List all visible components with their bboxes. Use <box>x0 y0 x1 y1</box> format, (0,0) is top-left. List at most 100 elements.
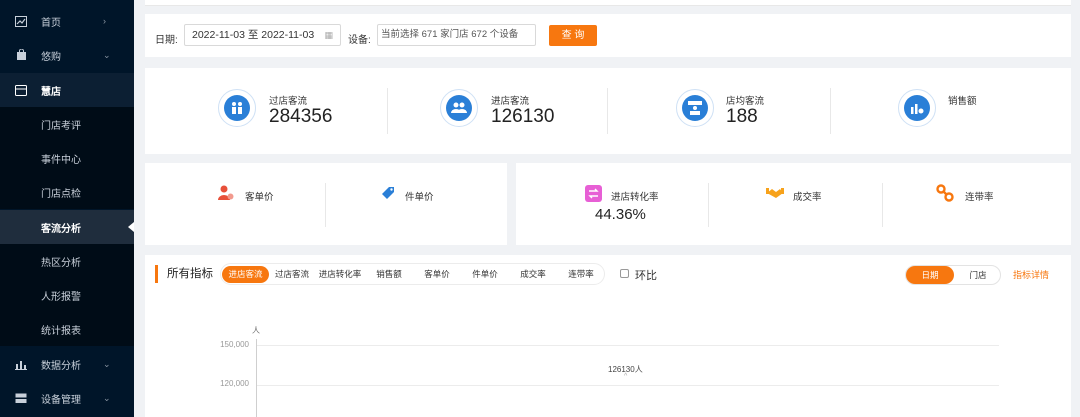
device-label: 设备: <box>348 35 371 46</box>
bar-top-marker: ^ <box>624 373 628 380</box>
traffic-stats-panel: 过店客流 284356 进店客流 126130 店均客流 188 销售额 <box>145 68 1071 154</box>
filter-bar: 日期: 2022-11-03 至 2022-11-03 ▦ 设备: 当前选择 6… <box>145 14 1071 57</box>
chevron-right-icon: › <box>103 16 106 26</box>
device-selection-value: 当前选择 671 家门店 672 个设备 <box>381 29 519 40</box>
bar-chart-icon <box>15 358 27 370</box>
stat-label: 进店客流 <box>491 96 530 107</box>
date-range-value: 2022-11-03 至 2022-11-03 <box>192 29 315 41</box>
tab-item-price[interactable]: 件单价 <box>465 266 505 283</box>
price-tag-icon <box>379 184 397 202</box>
sidebar-item-label: 数据分析 <box>41 360 81 372</box>
stat-value: 126130 <box>491 106 555 127</box>
metric-label: 成交率 <box>793 192 822 203</box>
metric-label: 件单价 <box>405 192 434 203</box>
tab-store-entry-traffic[interactable]: 进店客流 <box>222 266 269 283</box>
sidebar-item-label: 设备管理 <box>41 394 81 406</box>
metric-label: 进店转化率 <box>611 192 659 203</box>
metric-tabs: 进店客流 过店客流 进店转化率 销售额 客单价 件单价 成交率 连带率 <box>220 263 605 285</box>
visitors-icon <box>440 89 478 127</box>
sidebar-item-store-inspection[interactable]: 门店点检 <box>0 175 134 209</box>
y-axis-unit: 人 <box>252 326 260 335</box>
active-indicator <box>128 222 134 232</box>
chevron-down-icon: ⌄ <box>103 392 111 403</box>
toggle-store[interactable]: 门店 <box>954 266 1002 284</box>
y-axis-line <box>256 339 257 417</box>
date-label: 日期: <box>155 35 178 46</box>
date-range-picker[interactable]: 2022-11-03 至 2022-11-03 ▦ <box>184 24 341 46</box>
stat-value: 188 <box>726 106 758 127</box>
query-button[interactable]: 查 询 <box>549 25 597 46</box>
stat-label: 店均客流 <box>726 96 765 107</box>
compare-label: 环比 <box>635 270 657 282</box>
sidebar-item-huidian[interactable]: 慧店 <box>0 73 134 107</box>
conversion-metrics-panel: 进店转化率 44.36% 成交率 连带率 <box>516 163 1071 245</box>
sidebar: 首页 › 悠购 ⌄ 慧店 门店考评 事件中心 门店点检 客流分析 热区分析 人形… <box>0 0 134 417</box>
metric-label: 连带率 <box>965 192 994 203</box>
bag-icon <box>15 49 27 61</box>
sidebar-item-label: 门店考评 <box>41 120 81 132</box>
divider <box>387 88 388 134</box>
customer-price-icon <box>217 184 235 202</box>
passers-icon <box>218 89 256 127</box>
tab-attach-rate[interactable]: 连带率 <box>561 266 601 283</box>
price-metrics-panel: 客单价 件单价 <box>145 163 507 245</box>
sidebar-item-heatmap-analysis[interactable]: 热区分析 <box>0 244 134 278</box>
chevron-down-icon: ⌄ <box>103 358 111 369</box>
compare-checkbox[interactable] <box>620 269 629 278</box>
gridline <box>257 385 999 386</box>
gridline <box>257 345 999 346</box>
tab-conversion-rate[interactable]: 进店转化率 <box>315 266 365 283</box>
sidebar-item-label: 人形报警 <box>41 291 81 303</box>
sidebar-item-label: 慧店 <box>41 86 61 98</box>
y-tick-label: 120,000 <box>220 379 249 388</box>
metrics-chart-panel: 所有指标 进店客流 过店客流 进店转化率 销售额 客单价 件单价 成交率 连带率… <box>145 255 1071 417</box>
divider <box>708 183 709 227</box>
divider <box>325 183 326 227</box>
toggle-date[interactable]: 日期 <box>906 266 954 284</box>
stat-label: 销售额 <box>948 96 977 107</box>
sidebar-item-statistics-report[interactable]: 统计报表 <box>0 312 134 346</box>
sales-icon <box>898 89 936 127</box>
tab-passing-traffic[interactable]: 过店客流 <box>272 266 312 283</box>
sidebar-item-label: 客流分析 <box>41 223 81 235</box>
metric-value: 44.36% <box>595 206 646 223</box>
stat-label: 过店客流 <box>269 96 308 107</box>
link-icon <box>936 184 954 202</box>
calendar-icon: ▦ <box>324 30 333 40</box>
tab-deal-rate[interactable]: 成交率 <box>513 266 553 283</box>
store-icon <box>15 84 27 96</box>
metric-label: 客单价 <box>245 192 274 203</box>
device-icon <box>15 392 27 404</box>
sidebar-item-label: 事件中心 <box>41 154 81 166</box>
line-chart-icon <box>15 15 27 27</box>
sidebar-item-data-analysis[interactable]: 数据分析 ⌄ <box>0 347 134 381</box>
header-strip <box>145 0 1071 6</box>
sidebar-item-human-alarm[interactable]: 人形报警 <box>0 278 134 312</box>
divider <box>830 88 831 134</box>
sidebar-item-store-evaluation[interactable]: 门店考评 <box>0 107 134 141</box>
conversion-icon <box>584 184 602 202</box>
sidebar-item-label: 统计报表 <box>41 325 81 337</box>
dimension-toggle: 日期 门店 <box>905 265 1001 285</box>
sidebar-item-yougou[interactable]: 悠购 ⌄ <box>0 38 134 72</box>
tab-customer-price[interactable]: 客单价 <box>417 266 457 283</box>
sidebar-item-label: 热区分析 <box>41 257 81 269</box>
chevron-down-icon: ⌄ <box>103 49 111 60</box>
metric-details-link[interactable]: 指标详情 <box>1013 268 1049 281</box>
sidebar-item-device-management[interactable]: 设备管理 ⌄ <box>0 381 134 415</box>
stat-value: 284356 <box>269 106 333 127</box>
y-tick-label: 150,000 <box>220 340 249 349</box>
divider <box>882 183 883 227</box>
store-avg-icon <box>676 89 714 127</box>
sidebar-item-event-center[interactable]: 事件中心 <box>0 141 134 175</box>
handshake-icon <box>766 184 784 202</box>
sidebar-item-label: 门店点检 <box>41 188 81 200</box>
divider <box>607 88 608 134</box>
sidebar-item-traffic-analysis[interactable]: 客流分析 <box>0 210 134 244</box>
tab-sales[interactable]: 销售额 <box>369 266 409 283</box>
sidebar-item-label: 悠购 <box>41 51 61 63</box>
sidebar-item-label: 首页 <box>41 17 61 29</box>
section-title: 所有指标 <box>155 265 213 283</box>
device-selector[interactable]: 当前选择 671 家门店 672 个设备 <box>377 24 536 46</box>
sidebar-item-home[interactable]: 首页 › <box>0 4 134 38</box>
